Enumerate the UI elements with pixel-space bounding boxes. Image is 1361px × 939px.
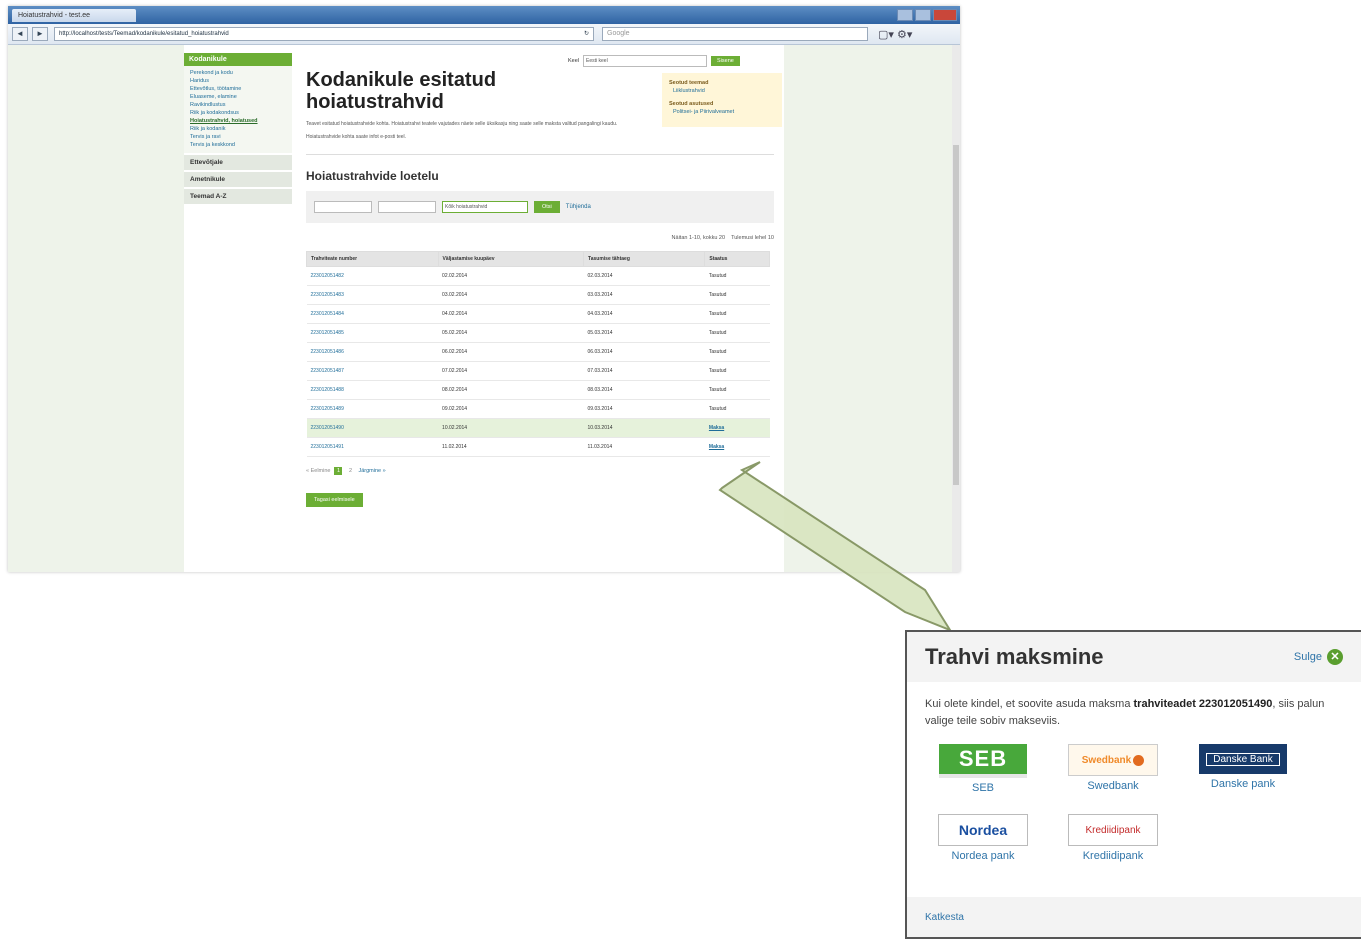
nordea-logo[interactable]: Nordea [938,814,1028,846]
bank-label[interactable]: Nordea pank [937,850,1029,862]
modal-footer: Katkesta [907,897,1361,937]
bank-option-swedbank[interactable]: Swedbank Swedbank [1067,744,1159,792]
danske-logo-text: Danske Bank [1206,752,1280,766]
swedbank-sun-icon [1133,754,1145,766]
modal-message-start: Kui olete kindel, et soovite asuda maksm… [925,698,1134,710]
krediidipank-logo[interactable]: Krediidipank [1068,814,1158,846]
danske-logo[interactable]: Danske Bank [1199,744,1287,774]
modal-close-button[interactable]: Sulge ✕ [1294,649,1343,665]
swedbank-logo-text: Swedbank [1081,754,1132,766]
swedbank-logo[interactable]: Swedbank [1068,744,1158,776]
bank-label[interactable]: Swedbank [1067,780,1159,792]
payment-modal: Trahvi maksmine Sulge ✕ Kui olete kindel… [905,630,1361,939]
modal-header: Trahvi maksmine Sulge ✕ [907,632,1361,682]
cancel-link[interactable]: Katkesta [925,912,964,923]
bank-option-seb[interactable]: SEB SEB [937,744,1029,794]
bank-label[interactable]: Danske pank [1197,778,1289,790]
modal-message: Kui olete kindel, et soovite asuda maksm… [907,682,1361,730]
modal-title: Trahvi maksmine [925,644,1104,669]
bank-options: SEB SEB Swedbank Swedbank Danske Bank Da… [907,730,1361,890]
seb-logo[interactable]: SEB [939,744,1027,778]
bank-option-danske[interactable]: Danske Bank Danske pank [1197,744,1289,790]
bank-label[interactable]: SEB [937,782,1029,794]
modal-message-fine: trahviteadet 223012051490 [1133,698,1273,710]
callout-arrow-shape [718,461,953,633]
bank-option-krediidipank[interactable]: Krediidipank Krediidipank [1067,814,1159,862]
modal-close-label: Sulge [1293,651,1322,663]
close-icon[interactable]: ✕ [1327,649,1343,665]
bank-option-nordea[interactable]: Nordea Nordea pank [937,814,1029,862]
bank-label[interactable]: Krediidipank [1067,850,1159,862]
